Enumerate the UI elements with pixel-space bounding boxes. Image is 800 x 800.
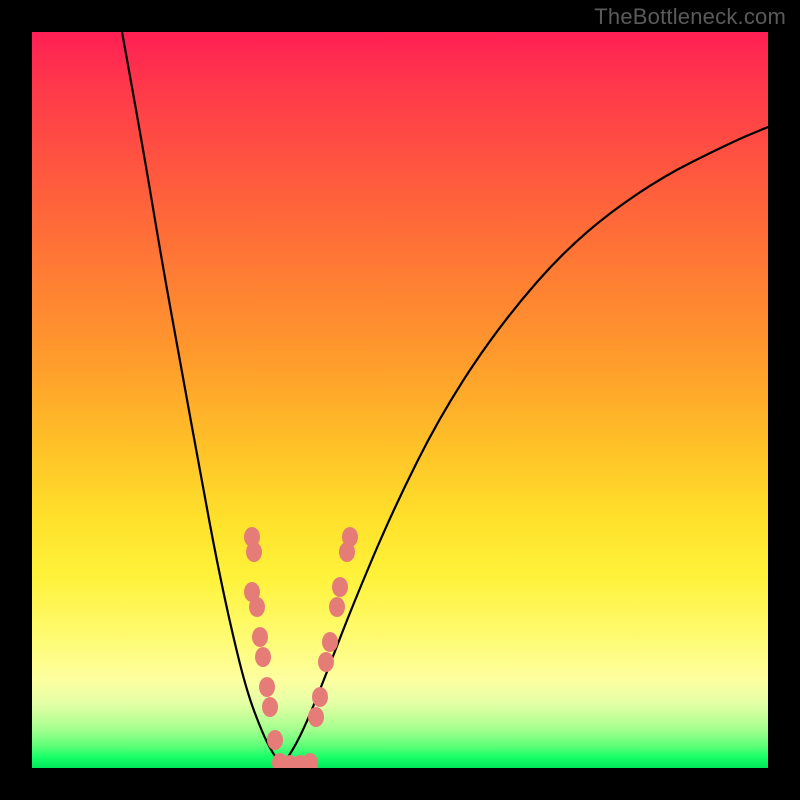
data-bead [259,677,275,697]
data-bead [252,627,268,647]
data-bead [249,597,265,617]
data-bead [318,652,334,672]
right-curve [282,127,768,766]
data-bead [246,542,262,562]
data-bead [267,730,283,750]
data-bead [312,687,328,707]
watermark-text: TheBottleneck.com [594,4,786,30]
data-bead [322,632,338,652]
data-bead [262,697,278,717]
plot-area [32,32,768,768]
chart-frame: TheBottleneck.com [0,0,800,800]
curve-layer [32,32,768,768]
data-bead [308,707,324,727]
data-bead [302,753,318,768]
data-bead [329,597,345,617]
data-bead [255,647,271,667]
data-bead [339,542,355,562]
data-bead [332,577,348,597]
